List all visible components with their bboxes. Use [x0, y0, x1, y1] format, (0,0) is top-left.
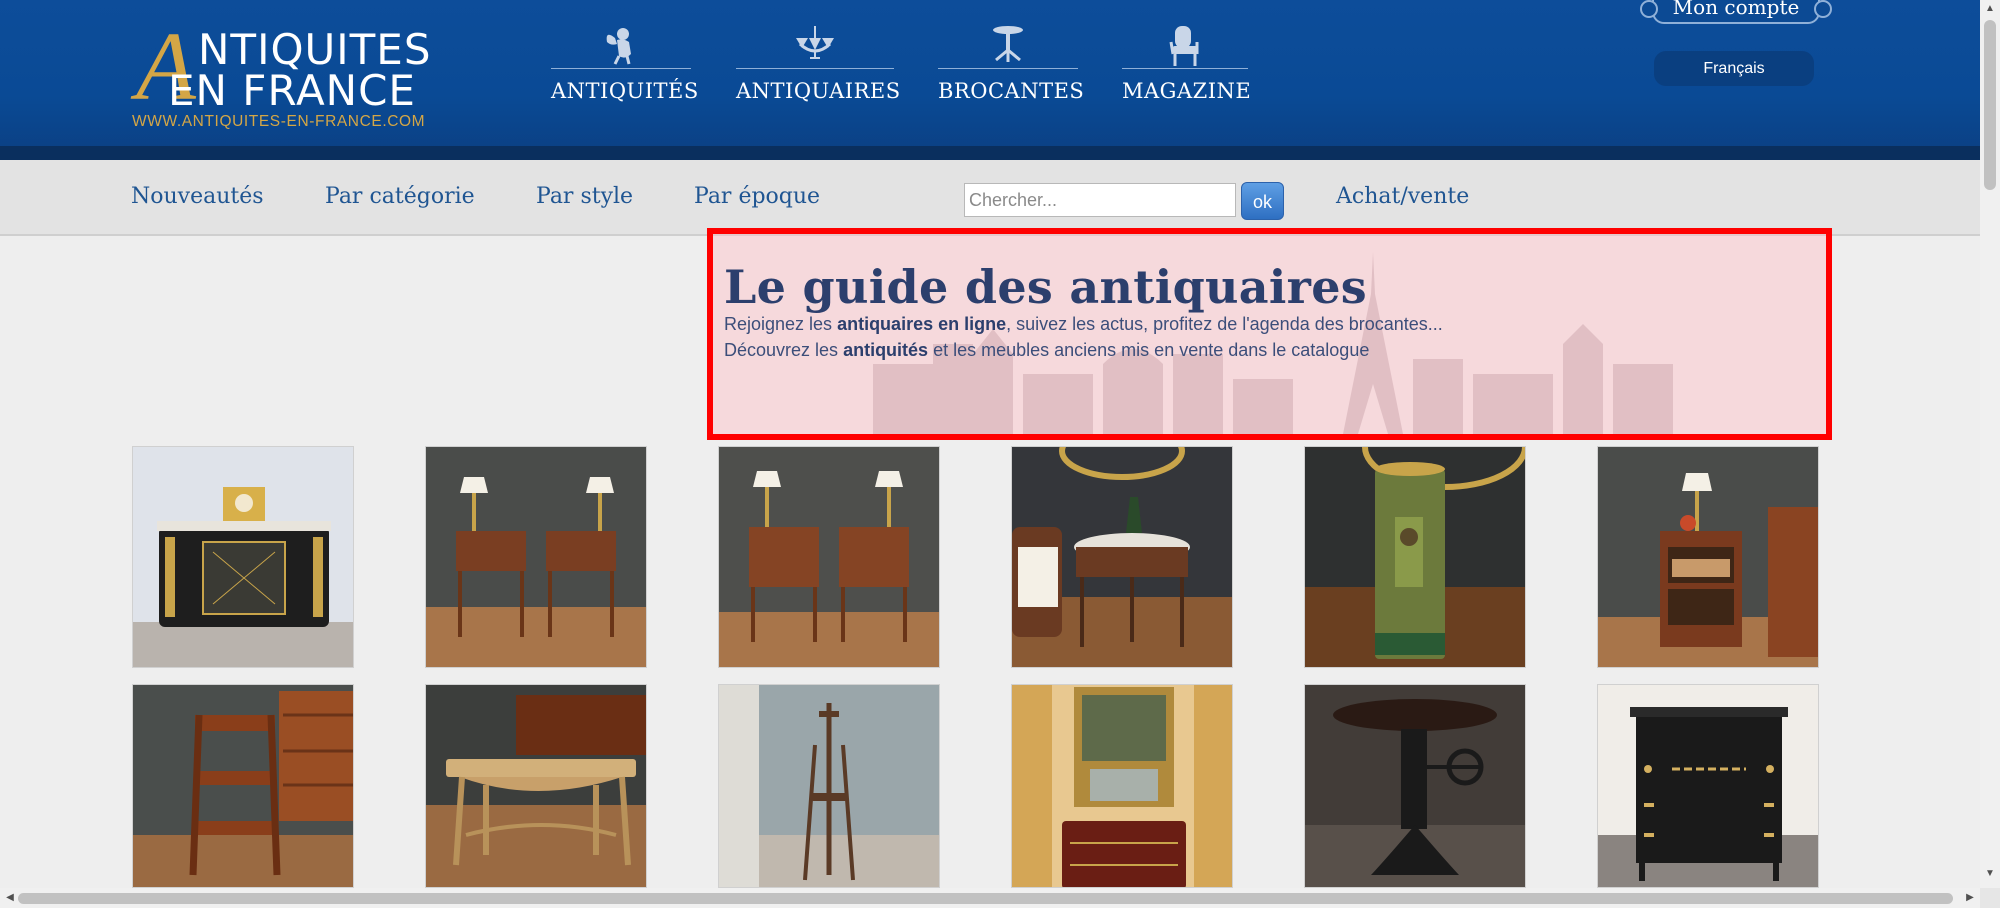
scroll-down-icon[interactable]: ▼ — [1980, 868, 2000, 879]
nav-par-style[interactable]: Par style — [536, 184, 633, 209]
topnav-label: BROCANTES — [938, 79, 1085, 103]
scrollbar-corner — [1980, 888, 2000, 908]
product-photo-boulle-cabinet — [133, 447, 353, 667]
product-photo-round-table — [1012, 447, 1232, 667]
horizontal-scrollbar-thumb[interactable] — [18, 893, 1953, 904]
link-antiquaires-en-ligne[interactable]: antiquaires en ligne — [837, 314, 1006, 334]
secondary-nav: Nouveautés Par catégorie Par style Par é… — [0, 160, 1980, 236]
product-card[interactable] — [1011, 684, 1233, 888]
site-header: A NTIQUITES EN FRANCE WWW.ANTIQUITES-EN-… — [0, 0, 1980, 160]
hero-banner: Le guide des antiquaires Rejoignez les a… — [707, 228, 1832, 440]
topnav-magazine[interactable]: MAGAZINE — [1122, 24, 1252, 104]
chandelier-icon — [736, 24, 894, 68]
vertical-scrollbar-thumb[interactable] — [1984, 20, 1996, 190]
hero-text-2-post: et les meubles anciens mis en vente dans… — [928, 340, 1370, 360]
product-card[interactable] — [425, 684, 647, 888]
cherub-icon — [551, 24, 691, 68]
product-photo-black-secretary — [1598, 685, 1818, 887]
product-photo-library-ladder — [133, 685, 353, 887]
topnav-label: ANTIQUAIRES — [736, 79, 901, 103]
product-card[interactable] — [132, 446, 354, 668]
topnav-antiquites[interactable]: ANTIQUITÉS — [551, 24, 699, 104]
hero-text-1-pre: Rejoignez les — [724, 314, 838, 334]
topnav-brocantes[interactable]: BROCANTES — [938, 24, 1085, 104]
topnav-label: ANTIQUITÉS — [551, 79, 699, 103]
armchair-icon — [1122, 24, 1248, 68]
product-photo-umbrella-stand — [1305, 447, 1525, 667]
link-antiquites[interactable]: antiquités — [843, 340, 928, 360]
product-card[interactable] — [425, 446, 647, 668]
logo-line-1: NTIQUITES — [198, 25, 432, 74]
topnav-antiquaires[interactable]: ANTIQUAIRES — [736, 24, 901, 104]
product-card[interactable] — [718, 446, 940, 668]
search-input[interactable] — [964, 183, 1236, 217]
hero-text-2: Découvrez les antiquités et les meubles … — [724, 340, 1369, 361]
pedestal-table-icon — [938, 24, 1078, 68]
hero-text-1-post: , suivez les actus, profitez de l'agenda… — [1006, 314, 1443, 334]
product-photo-carved-table — [426, 685, 646, 887]
hero-text-2-pre: Découvrez les — [724, 340, 844, 360]
scroll-up-icon[interactable]: ▲ — [1980, 3, 2000, 14]
topnav-label: MAGAZINE — [1122, 79, 1252, 103]
logo-line-2: EN FRANCE — [168, 66, 416, 115]
product-card[interactable] — [1011, 446, 1233, 668]
language-select[interactable]: Français — [1654, 51, 1814, 86]
horizontal-scrollbar[interactable]: ◀ ▶ — [0, 888, 1980, 908]
product-card[interactable] — [1597, 684, 1819, 888]
header-divider — [0, 146, 1980, 160]
product-card[interactable] — [1304, 446, 1526, 668]
product-photo-nightstands — [719, 447, 939, 667]
site-logo[interactable]: A NTIQUITES EN FRANCE WWW.ANTIQUITES-EN-… — [130, 18, 450, 131]
vertical-scrollbar[interactable]: ▲ ▼ — [1980, 0, 2000, 908]
product-photo-wooden-easel — [719, 685, 939, 887]
product-photo-bookcase-nightstand — [1598, 447, 1818, 667]
product-card[interactable] — [718, 684, 940, 888]
nav-par-categorie[interactable]: Par catégorie — [325, 184, 475, 209]
account-link[interactable]: Mon compte — [1640, 0, 1832, 24]
search-submit-button[interactable]: ok — [1241, 182, 1284, 220]
product-photo-crank-table — [1305, 685, 1525, 887]
product-photo-nightstands-lamps — [426, 447, 646, 667]
hero-text-1: Rejoignez les antiquaires en ligne, suiv… — [724, 314, 1443, 335]
hero-title: Le guide des antiquaires — [724, 260, 1367, 314]
product-card[interactable] — [132, 684, 354, 888]
scroll-left-icon[interactable]: ◀ — [0, 892, 20, 903]
product-photo-trumeau-commode — [1012, 685, 1232, 887]
nav-par-epoque[interactable]: Par époque — [694, 184, 820, 209]
product-card[interactable] — [1304, 684, 1526, 888]
nav-nouveautes[interactable]: Nouveautés — [131, 184, 264, 209]
logo-url: WWW.ANTIQUITES-EN-FRANCE.COM — [132, 113, 426, 130]
nav-achat-vente[interactable]: Achat/vente — [1336, 184, 1469, 209]
scroll-right-icon[interactable]: ▶ — [1960, 892, 1980, 903]
product-card[interactable] — [1597, 446, 1819, 668]
